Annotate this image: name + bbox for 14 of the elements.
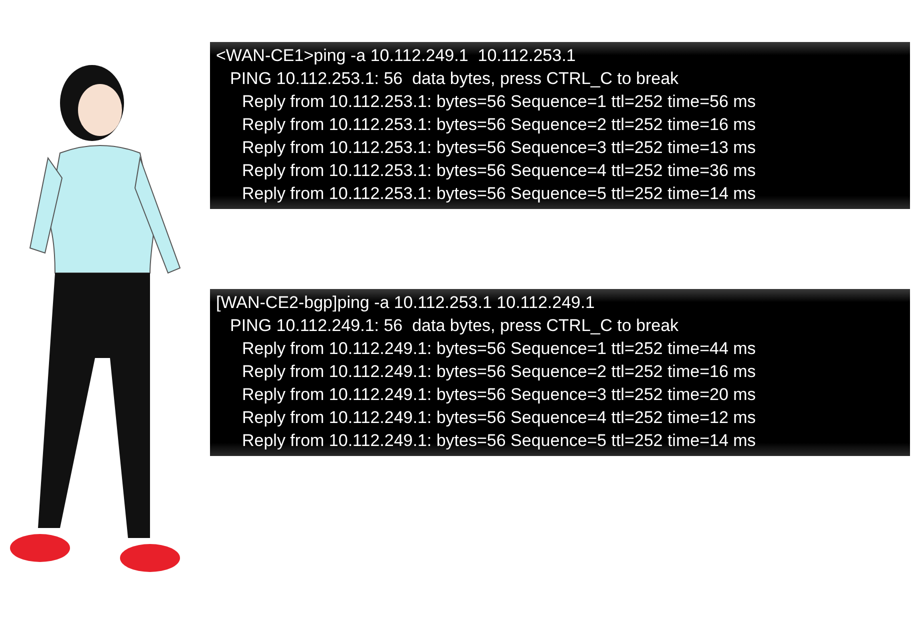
reply-line: Reply from 10.112.253.1: bytes=56 Sequence=3 ttl=252 time=13 ms bbox=[241, 137, 757, 159]
reply-line: Reply from 10.112.249.1: bytes=56 Sequence=1 ttl=252 time=44 ms bbox=[241, 338, 757, 360]
command-line: [WAN-CE2-bgp]ping -a 10.112.253.1 10.112.249.1 bbox=[216, 292, 596, 314]
reply-line: Reply from 10.112.253.1: bytes=56 Sequence=2 ttl=252 time=16 ms bbox=[241, 114, 757, 136]
command-line: <WAN-CE1>ping -a 10.112.249.1 10.112.253.1 bbox=[216, 45, 577, 67]
reply-line: Reply from 10.112.253.1: bytes=56 Sequence=4 ttl=252 time=36 ms bbox=[241, 160, 757, 182]
reply-line: Reply from 10.112.249.1: bytes=56 Sequence=3 ttl=252 time=20 ms bbox=[241, 384, 757, 406]
reply-line: Reply from 10.112.249.1: bytes=56 Sequence=2 ttl=252 time=16 ms bbox=[241, 361, 757, 383]
reply-line: Reply from 10.112.253.1: bytes=56 Sequence=1 ttl=252 time=56 ms bbox=[241, 91, 757, 113]
reply-line: Reply from 10.112.253.1: bytes=56 Sequence=5 ttl=252 time=14 ms bbox=[241, 183, 757, 205]
reply-line: Reply from 10.112.249.1: bytes=56 Sequence=5 ttl=252 time=14 ms bbox=[241, 430, 757, 452]
ping-header-line: PING 10.112.249.1: 56 data bytes, press CTRL_C to break bbox=[229, 315, 680, 337]
ping-header-line: PING 10.112.253.1: 56 data bytes, press CTRL_C to break bbox=[229, 68, 680, 90]
reply-line: Reply from 10.112.249.1: bytes=56 Sequence=4 ttl=252 time=12 ms bbox=[241, 407, 757, 429]
